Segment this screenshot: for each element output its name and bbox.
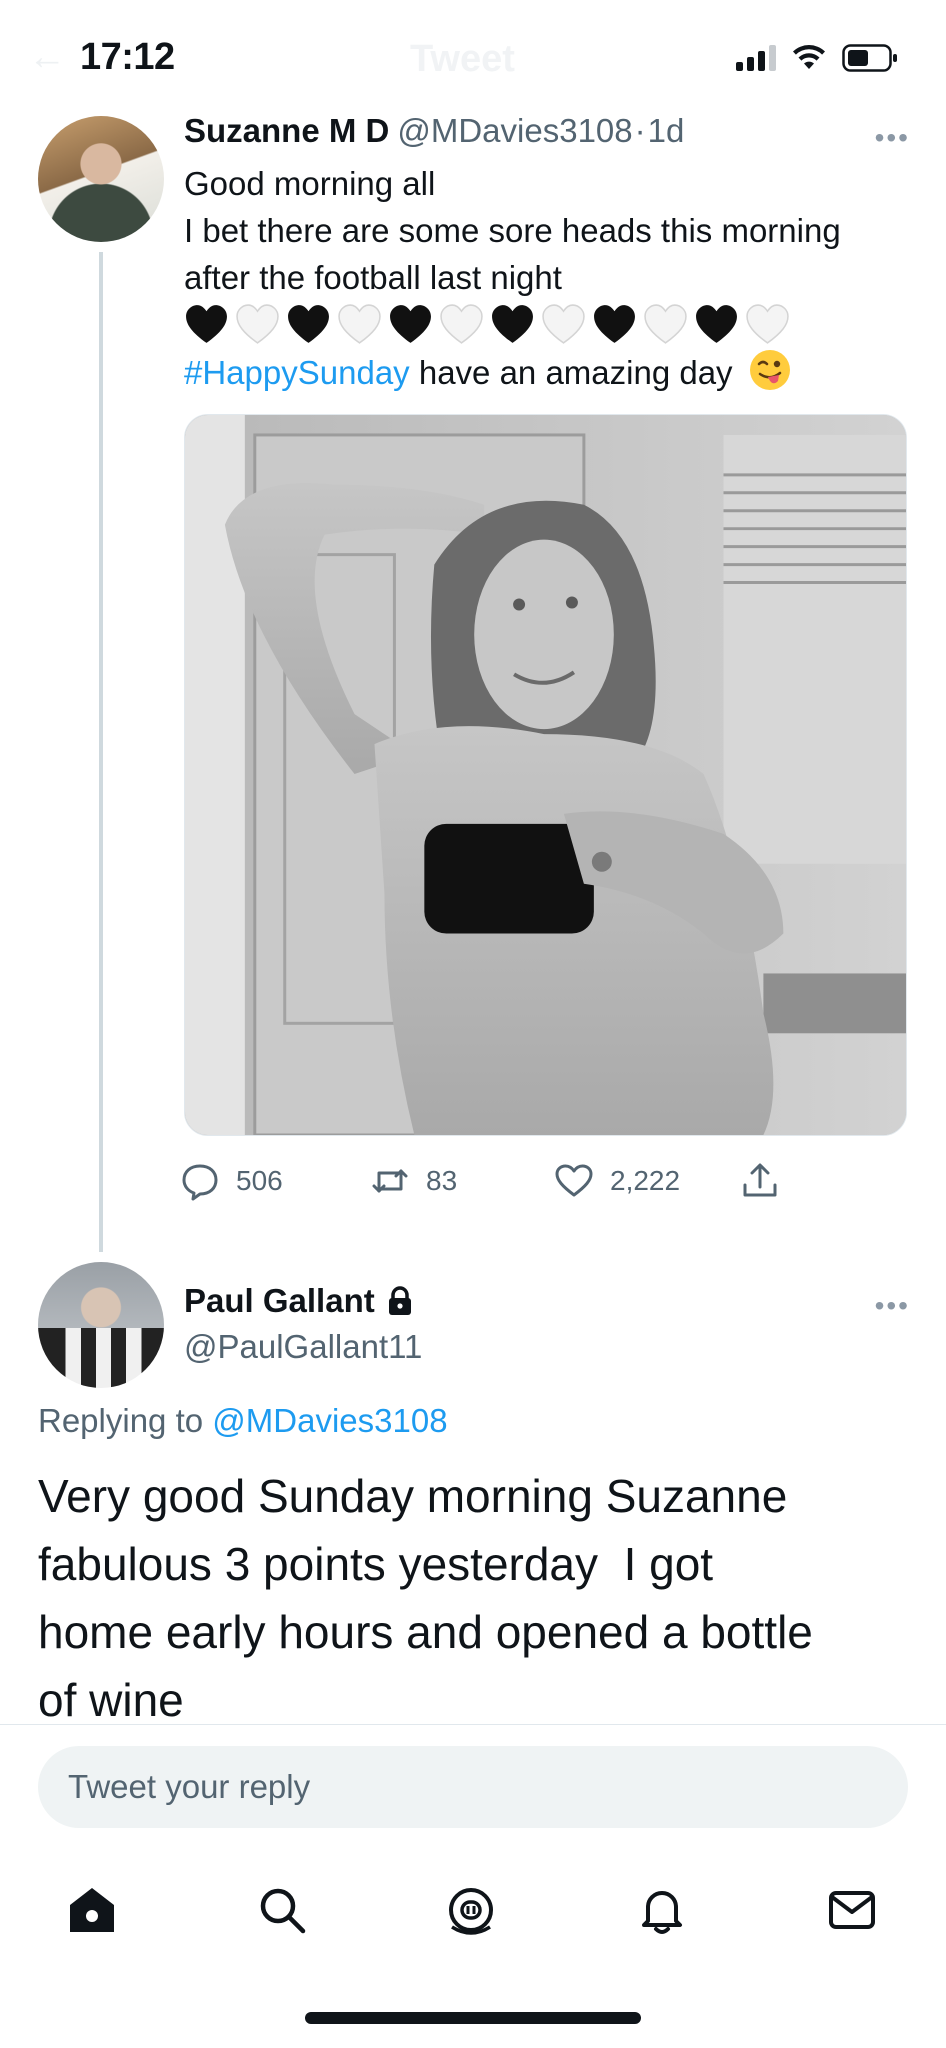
retweet-action[interactable]: 83 [370,1158,457,1204]
reply-user-handle[interactable]: @PaulGallant11 [184,1328,422,1366]
replying-to-handle-link[interactable]: @MDavies3108 [212,1402,447,1439]
replying-prefix: Replying to [38,1402,204,1439]
reply-line: home early hours and opened a bottle [38,1606,813,1658]
black-heart-icon [492,305,533,343]
like-action[interactable]: 2,222 [554,1158,680,1204]
separator: · [634,112,646,149]
tweet-line: I bet there are some sore heads this mor… [184,212,841,249]
black-heart-icon [288,305,329,343]
white-heart-icon [440,304,483,344]
tab-notifications[interactable] [632,1880,692,1940]
display-name[interactable]: Suzanne M D [184,112,389,150]
more-options-icon[interactable]: ••• [875,1290,910,1322]
reply-icon [182,1164,218,1201]
share-action[interactable] [740,1158,780,1204]
thread-line [99,252,103,1252]
tweet-text: Good morning all I bet there are some so… [184,160,924,396]
tab-home[interactable] [62,1880,122,1940]
tweet-actions: 506 83 2,222 [180,1158,800,1204]
lock-icon [388,1286,411,1315]
reply-line: Very good Sunday morning Suzanne [38,1470,788,1522]
share-icon [743,1163,777,1197]
tweet-tail-text: have an amazing day [409,354,733,391]
winking-face-with-tongue-icon [749,350,790,390]
search-icon [260,1888,306,1934]
replying-to: Replying to @MDavies3108 [38,1402,448,1440]
heart-emoji-row [184,301,924,348]
black-heart-icon [186,305,227,343]
tweet-age: 1d [647,112,685,149]
tab-messages[interactable] [822,1880,882,1940]
like-heart-icon [555,1164,593,1197]
status-icons [736,44,898,72]
white-heart-icon [338,304,381,344]
home-icon [70,1888,114,1932]
white-heart-icon [746,304,789,344]
tab-search[interactable] [252,1880,312,1940]
reply-text: Very good Sunday morning Suzanne fabulou… [38,1462,918,1734]
avatar[interactable] [38,116,164,242]
reply-line: fabulous 3 points yesterday I got [38,1538,714,1590]
black-heart-icon [390,305,431,343]
white-heart-icon [644,304,687,344]
reply-count: 506 [236,1165,283,1196]
like-count: 2,222 [610,1165,681,1196]
notifications-icon [642,1891,682,1934]
white-heart-icon [236,304,279,344]
reply-display-name[interactable]: Paul Gallant [184,1282,375,1320]
tweet-header: Suzanne M D @MDavies3108 · 1d [184,112,684,150]
header-title-faded: Tweet [410,38,515,80]
cellular-signal-icon [736,45,776,71]
home-indicator [305,2012,641,2024]
tweet-line: after the football last night [184,259,562,296]
divider [0,1724,946,1725]
retweet-count: 83 [426,1165,458,1196]
reply-input[interactable] [38,1746,908,1828]
black-heart-icon [594,305,635,343]
white-heart-icon [542,304,585,344]
user-handle[interactable]: @MDavies3108 [397,112,632,150]
back-arrow-faded[interactable]: ← [28,36,66,79]
reply-avatar[interactable] [38,1262,164,1388]
reply-action[interactable]: 506 [180,1158,283,1204]
black-heart-icon [696,305,737,343]
more-options-icon[interactable]: ••• [875,122,910,154]
tweet-line: Good morning all [184,165,436,202]
messages-icon [829,1891,875,1929]
spaces-icon [449,1888,493,1935]
bottom-tab-bar [0,1870,946,1940]
wifi-icon [793,45,825,69]
status-bar: ← Tweet 17:12 [0,0,946,110]
tweet-photo[interactable] [184,414,907,1136]
hashtag-link[interactable]: #HappySunday [184,354,410,391]
reply-display-name-row: Paul Gallant [184,1282,413,1320]
battery-icon [842,44,897,72]
reply-composer[interactable] [38,1746,908,1828]
retweet-icon [372,1169,408,1193]
status-time: 17:12 [80,36,175,78]
tab-spaces[interactable] [441,1880,501,1940]
